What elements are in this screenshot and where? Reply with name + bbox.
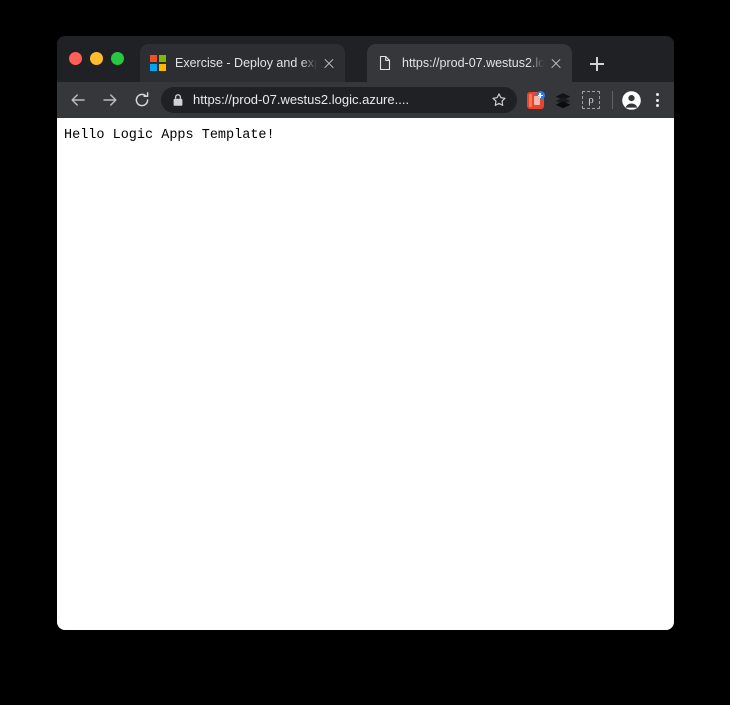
window-close-button[interactable] xyxy=(69,52,82,65)
three-dot-menu-icon[interactable] xyxy=(648,89,666,111)
close-icon[interactable] xyxy=(546,53,566,73)
browser-toolbar: https://prod-07.westus2.logic.azure.... xyxy=(57,82,674,118)
star-outline-icon[interactable] xyxy=(488,89,510,111)
close-icon[interactable] xyxy=(319,53,339,73)
plus-badge-icon xyxy=(535,90,545,100)
window-maximize-button[interactable] xyxy=(111,52,124,65)
tab-exercise[interactable]: Exercise - Deploy and export xyxy=(140,44,345,82)
window-minimize-button[interactable] xyxy=(90,52,103,65)
forward-button[interactable] xyxy=(97,87,123,113)
arrow-left-icon xyxy=(71,94,85,106)
extension-p-icon[interactable]: ρ xyxy=(579,88,603,112)
tab-logic-app[interactable]: https://prod-07.westus2.logic xyxy=(367,44,572,82)
browser-window: Exercise - Deploy and export https://pro… xyxy=(57,36,674,630)
desktop-background: Exercise - Deploy and export https://pro… xyxy=(0,0,730,705)
reload-icon xyxy=(135,92,149,107)
page-content-area: Hello Logic Apps Template! xyxy=(57,118,674,630)
toolbar-divider xyxy=(612,91,613,109)
extension-pocket-icon[interactable] xyxy=(523,88,547,112)
tab-title: https://prod-07.westus2.logic xyxy=(402,56,544,70)
back-button[interactable] xyxy=(65,87,91,113)
extension-layers-icon[interactable] xyxy=(551,88,575,112)
lock-icon xyxy=(172,93,184,107)
reload-button[interactable] xyxy=(129,87,155,113)
account-circle-icon[interactable] xyxy=(620,89,642,111)
extension-p-glyph: ρ xyxy=(582,91,600,109)
tab-title: Exercise - Deploy and export xyxy=(175,56,317,70)
window-controls xyxy=(69,52,124,65)
tab-strip: Exercise - Deploy and export https://pro… xyxy=(57,36,674,82)
new-tab-button[interactable] xyxy=(585,52,609,76)
microsoft-logo-icon xyxy=(150,55,166,71)
page-document-icon xyxy=(377,55,393,71)
page-body-text: Hello Logic Apps Template! xyxy=(64,128,275,143)
address-bar-url[interactable]: https://prod-07.westus2.logic.azure.... xyxy=(193,92,486,108)
arrow-right-icon xyxy=(103,94,117,106)
address-bar[interactable]: https://prod-07.westus2.logic.azure.... xyxy=(161,87,517,113)
